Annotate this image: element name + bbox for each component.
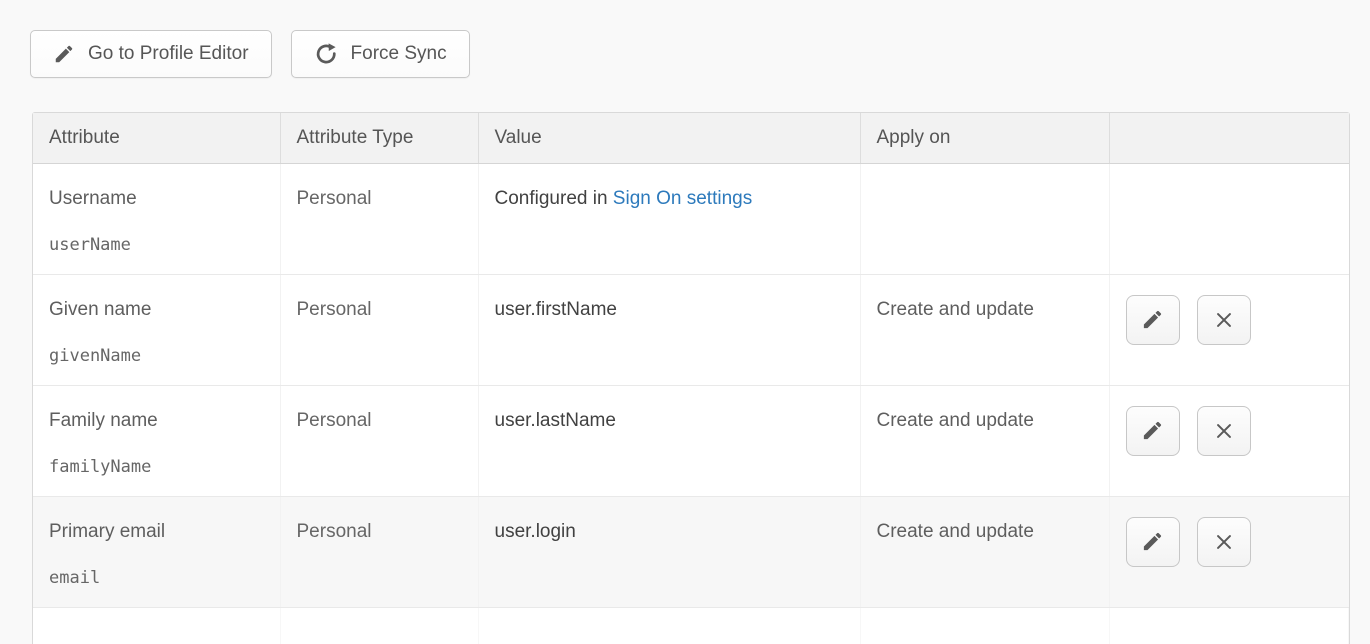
attribute-value: Configured in xyxy=(495,188,613,209)
table-header: Attribute Attribute Type Value Apply on xyxy=(33,113,1349,163)
attribute-label: Primary email xyxy=(49,521,264,543)
value-cell: user.lastName xyxy=(478,385,860,496)
apply-on-value: Create and update xyxy=(877,521,1034,542)
attribute-cell: Username userName xyxy=(33,163,280,274)
sign-on-settings-link[interactable]: Sign On settings xyxy=(613,188,752,209)
row-actions xyxy=(1126,406,1333,456)
apply-on-cell xyxy=(860,163,1109,274)
attribute-label: Username xyxy=(49,188,264,210)
actions-cell xyxy=(1109,496,1349,607)
close-icon xyxy=(1213,309,1235,331)
value-cell: user.firstName xyxy=(478,274,860,385)
close-icon xyxy=(1213,420,1235,442)
attribute-cell: Primary email email xyxy=(33,496,280,607)
attribute-value: user.lastName xyxy=(495,410,616,431)
edit-attribute-button[interactable] xyxy=(1126,406,1180,456)
close-icon xyxy=(1213,531,1235,553)
table-row: Given name givenName Personal user.first… xyxy=(33,274,1349,385)
force-sync-button[interactable]: Force Sync xyxy=(291,30,470,78)
attribute-label: Family name xyxy=(49,410,264,432)
attribute-value: user.firstName xyxy=(495,299,617,320)
empty-partial-row xyxy=(33,607,1349,644)
attribute-variable: familyName xyxy=(49,457,264,477)
apply-on-value: Create and update xyxy=(877,410,1034,431)
actions-cell xyxy=(1109,163,1349,274)
pencil-icon xyxy=(1141,530,1164,553)
go-to-profile-editor-button[interactable]: Go to Profile Editor xyxy=(30,30,272,78)
attribute-type-cell: Personal xyxy=(280,274,478,385)
delete-attribute-button[interactable] xyxy=(1197,517,1251,567)
delete-attribute-button[interactable] xyxy=(1197,406,1251,456)
apply-on-cell: Create and update xyxy=(860,274,1109,385)
attribute-type-cell: Personal xyxy=(280,163,478,274)
table-row: Family name familyName Personal user.las… xyxy=(33,385,1349,496)
attribute-table-body: Username userName Personal Configured in… xyxy=(33,163,1349,644)
edit-attribute-button[interactable] xyxy=(1126,295,1180,345)
attribute-variable: givenName xyxy=(49,346,264,366)
value-cell: Configured in Sign On settings xyxy=(478,163,860,274)
pencil-icon xyxy=(1141,419,1164,442)
attribute-type-cell: Personal xyxy=(280,385,478,496)
attribute-type: Personal xyxy=(297,188,372,209)
actions-cell xyxy=(1109,385,1349,496)
apply-on-cell: Create and update xyxy=(860,385,1109,496)
attribute-type: Personal xyxy=(297,299,372,320)
table-row: Primary email email Personal user.login … xyxy=(33,496,1349,607)
attribute-variable: email xyxy=(49,568,264,588)
col-header-value: Value xyxy=(478,113,860,163)
col-header-attribute-type: Attribute Type xyxy=(280,113,478,163)
attribute-label: Given name xyxy=(49,299,264,321)
pencil-icon xyxy=(53,43,75,65)
attribute-cell: Given name givenName xyxy=(33,274,280,385)
apply-on-cell: Create and update xyxy=(860,496,1109,607)
value-cell: user.login xyxy=(478,496,860,607)
attribute-value: user.login xyxy=(495,521,576,542)
toolbar: Go to Profile Editor Force Sync xyxy=(0,0,1370,78)
row-actions xyxy=(1126,517,1333,567)
edit-attribute-button[interactable] xyxy=(1126,517,1180,567)
table-row: Username userName Personal Configured in… xyxy=(33,163,1349,274)
attribute-mappings-page: Go to Profile Editor Force Sync Attribut… xyxy=(0,0,1370,644)
attribute-type: Personal xyxy=(297,521,372,542)
apply-on-value: Create and update xyxy=(877,299,1034,320)
col-header-apply-on: Apply on xyxy=(860,113,1109,163)
pencil-icon xyxy=(1141,308,1164,331)
attribute-type-cell: Personal xyxy=(280,496,478,607)
attribute-cell: Family name familyName xyxy=(33,385,280,496)
actions-cell xyxy=(1109,274,1349,385)
refresh-icon xyxy=(314,42,338,66)
attribute-mappings-table: Attribute Attribute Type Value Apply on … xyxy=(32,112,1350,644)
delete-attribute-button[interactable] xyxy=(1197,295,1251,345)
force-sync-label: Force Sync xyxy=(351,43,447,65)
go-to-profile-editor-label: Go to Profile Editor xyxy=(88,43,249,65)
attribute-type: Personal xyxy=(297,410,372,431)
col-header-actions xyxy=(1109,113,1349,163)
row-actions xyxy=(1126,295,1333,345)
col-header-attribute: Attribute xyxy=(33,113,280,163)
attribute-variable: userName xyxy=(49,235,264,255)
